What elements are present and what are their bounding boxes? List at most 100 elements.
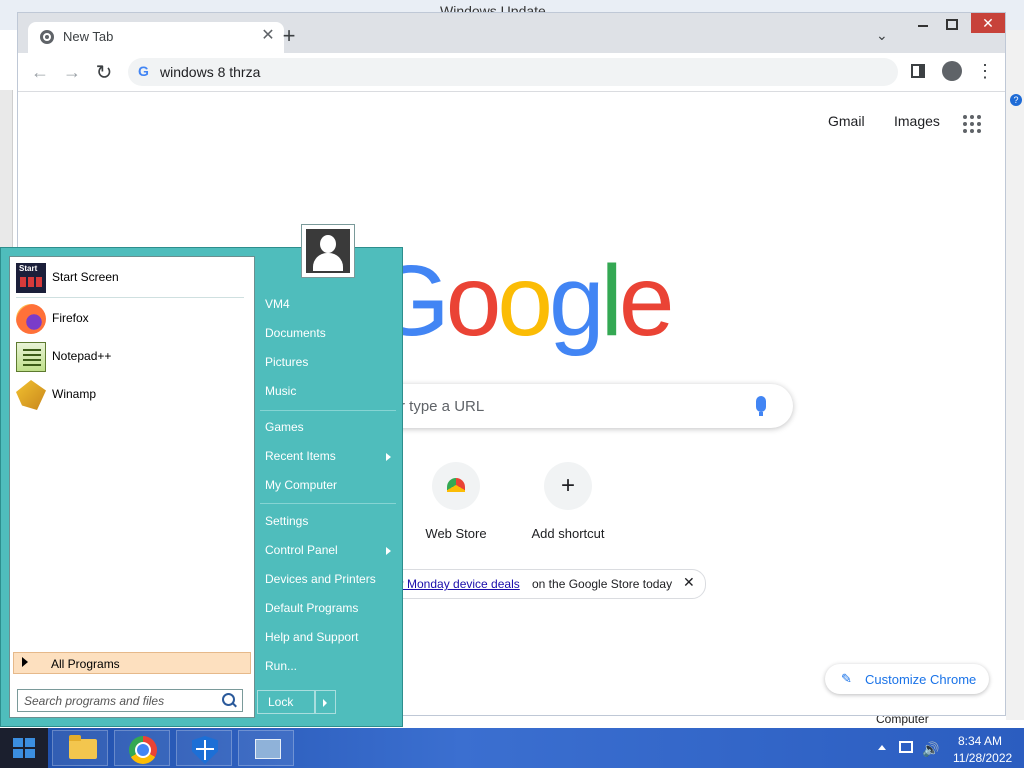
show-hidden-icons-icon[interactable] (878, 745, 886, 750)
profile-avatar-icon[interactable] (942, 61, 962, 81)
start-link-settings[interactable]: Settings (265, 514, 308, 528)
side-panel-icon[interactable] (911, 64, 925, 78)
taskbar-control-panel[interactable] (238, 730, 294, 766)
clock-time[interactable]: 8:34 AM (958, 734, 1002, 748)
start-menu: Start Screen Firefox Notepad++ Winamp Al… (0, 247, 403, 727)
promo-link[interactable]: er Monday device deals (393, 577, 520, 591)
start-item-label: Notepad++ (52, 349, 112, 363)
start-link-recent-items[interactable]: Recent Items (265, 449, 336, 463)
start-search-placeholder: Search programs and files (24, 694, 165, 708)
promo-text: on the Google Store today (532, 577, 673, 591)
shortcut-web-store[interactable]: Web Store (406, 462, 506, 552)
shortcut-label: Web Store (425, 526, 487, 541)
reload-icon[interactable]: ↻ (94, 60, 114, 85)
tab-close-icon[interactable]: ✕ (258, 26, 278, 46)
plus-icon: + (560, 472, 575, 499)
maximize-button[interactable] (943, 17, 959, 33)
network-icon[interactable] (899, 741, 913, 753)
start-link-default-programs[interactable]: Default Programs (265, 601, 358, 615)
taskbar-windows-defender[interactable] (176, 730, 232, 766)
tab-new-tab[interactable]: New Tab ✕ (28, 22, 284, 53)
pencil-icon: ✎ (841, 671, 852, 686)
help-icon[interactable]: ? (1010, 94, 1022, 106)
start-link-pictures[interactable]: Pictures (265, 355, 308, 369)
firefox-icon (16, 304, 46, 334)
tab-strip: New Tab ✕ + ⌄ ✕ (18, 13, 1005, 53)
logo-letter: l (600, 245, 623, 357)
search-icon[interactable] (222, 693, 235, 706)
taskbar-file-explorer[interactable] (52, 730, 108, 766)
start-link-vm4[interactable]: VM4 (265, 297, 290, 311)
start-item-firefox[interactable]: Firefox (14, 302, 250, 336)
google-search-box[interactable]: r type a URL (340, 384, 793, 428)
taskbar (0, 728, 1024, 768)
customize-chrome-button[interactable]: ✎ Customize Chrome (825, 664, 989, 694)
lock-options-arrow-icon[interactable] (315, 690, 336, 714)
minimize-button[interactable] (915, 17, 931, 33)
close-window-button[interactable]: ✕ (971, 13, 1005, 33)
chrome-icon (129, 736, 157, 764)
start-link-music[interactable]: Music (265, 384, 296, 398)
google-apps-icon[interactable] (963, 115, 981, 133)
triangle-right-icon (22, 657, 28, 667)
shortcut-circle (432, 462, 480, 510)
images-link[interactable]: Images (894, 113, 940, 129)
webstore-icon (447, 478, 465, 492)
submenu-arrow-icon (386, 547, 391, 555)
windows-logo-icon (13, 738, 35, 758)
all-programs-label: All Programs (51, 657, 120, 671)
back-arrow-icon[interactable]: ← (30, 62, 50, 83)
all-programs-button[interactable]: All Programs (13, 652, 251, 674)
shortcut-add[interactable]: + Add shortcut (518, 462, 618, 552)
start-search-input[interactable]: Search programs and files (17, 689, 243, 712)
search-placeholder: r type a URL (400, 398, 485, 415)
start-link-help-and-support[interactable]: Help and Support (265, 630, 358, 644)
address-bar[interactable]: G windows 8 thrza (128, 58, 898, 86)
start-item-label: Start Screen (52, 270, 119, 284)
address-bar-value[interactable]: windows 8 thrza (160, 64, 260, 80)
gmail-link[interactable]: Gmail (828, 113, 865, 129)
start-screen-icon (16, 263, 46, 293)
promo-notice: er Monday device deals on the Google Sto… (350, 569, 706, 599)
separator (16, 297, 244, 298)
promo-close-icon[interactable]: ✕ (683, 574, 695, 591)
start-item-notepad-plus-plus[interactable]: Notepad++ (14, 340, 250, 374)
start-menu-programs-pane: Start Screen Firefox Notepad++ Winamp Al… (9, 256, 255, 718)
start-link-documents[interactable]: Documents (265, 326, 326, 340)
chrome-favicon-icon (40, 30, 54, 44)
file-explorer-icon (69, 735, 97, 759)
chrome-menu-icon[interactable]: ⋮ (976, 61, 994, 81)
separator (260, 503, 396, 504)
background-window-edge-right (1006, 30, 1024, 720)
start-item-start-screen[interactable]: Start Screen (14, 261, 250, 295)
lock-label: Lock (268, 695, 294, 709)
start-button[interactable] (0, 728, 48, 768)
submenu-arrow-icon (386, 453, 391, 461)
start-link-run[interactable]: Run... (265, 659, 297, 673)
google-g-icon: G (138, 63, 149, 79)
forward-arrow-icon[interactable]: → (62, 62, 82, 83)
logo-letter: g (549, 245, 605, 357)
new-tab-button[interactable]: + (278, 25, 300, 47)
start-item-winamp[interactable]: Winamp (14, 378, 250, 412)
start-link-devices-and-printers[interactable]: Devices and Printers (265, 572, 376, 586)
user-picture-icon (306, 229, 350, 273)
winamp-icon (16, 380, 46, 410)
control-panel-icon (255, 739, 281, 759)
start-link-my-computer[interactable]: My Computer (265, 478, 337, 492)
taskbar-chrome[interactable] (114, 730, 170, 766)
microphone-icon[interactable] (756, 396, 766, 416)
user-body (313, 253, 343, 271)
shortcut-label: Add shortcut (531, 526, 605, 541)
lock-button[interactable]: Lock (257, 690, 315, 714)
start-link-games[interactable]: Games (265, 420, 304, 434)
user-avatar[interactable] (301, 224, 355, 278)
browser-toolbar: ← → ↻ G windows 8 thrza ⋮ (18, 53, 1005, 92)
clock-date[interactable]: 11/28/2022 (953, 751, 1012, 765)
start-item-label: Winamp (52, 387, 97, 401)
volume-icon[interactable]: 🔊 (922, 741, 939, 758)
tab-search-chevron-icon[interactable]: ⌄ (876, 27, 888, 44)
start-item-label: Firefox (52, 311, 89, 325)
notepad-plus-plus-icon (16, 342, 46, 372)
start-link-control-panel[interactable]: Control Panel (265, 543, 338, 557)
